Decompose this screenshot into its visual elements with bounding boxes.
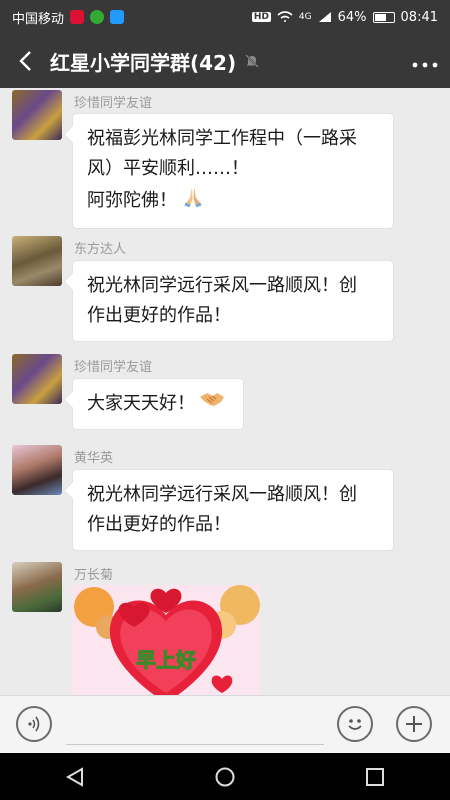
- add-icon: [406, 716, 422, 732]
- message-bubble[interactable]: 大家天天好！: [72, 378, 244, 430]
- send-notification-icon: [110, 10, 125, 24]
- sender-name: 黄华英: [74, 451, 114, 466]
- voice-button[interactable]: [16, 706, 52, 742]
- nav-home-icon[interactable]: [214, 766, 236, 788]
- handshake-icon: [199, 389, 225, 419]
- message-line: 风）平安顺利……！: [87, 158, 249, 179]
- image-message[interactable]: 早上好: [72, 585, 260, 695]
- wifi-icon: [277, 11, 293, 22]
- carrier-label: 中国移动: [12, 11, 65, 27]
- battery-percent: 64%: [337, 9, 367, 25]
- more-dots-icon: [412, 62, 438, 67]
- mute-bell-icon: [245, 54, 259, 68]
- emoji-button[interactable]: [337, 706, 373, 742]
- message-input[interactable]: [66, 744, 324, 745]
- sender-name: 万长菊: [74, 568, 114, 583]
- more-button[interactable]: [400, 49, 450, 74]
- input-bar: [0, 695, 450, 753]
- back-arrow-icon: [19, 51, 31, 71]
- status-bar: 中国移动 HD 4G 64% 08:41: [0, 0, 450, 34]
- message-bubble[interactable]: 祝光林同学远行采风一路顺风！创 作出更好的作品！: [72, 260, 394, 342]
- avatar[interactable]: [12, 90, 62, 140]
- message-line: 祝福彭光林同学工作程中（一路采: [87, 128, 357, 149]
- add-button[interactable]: [396, 706, 432, 742]
- message-bubble[interactable]: 祝福彭光林同学工作程中（一路采 风）平安顺利……！ 阿弥陀佛！: [72, 113, 394, 229]
- chat-title: 红星小学同学群(42): [50, 50, 237, 75]
- sender-name: 珍惜同学友谊: [74, 360, 153, 375]
- avatar[interactable]: [12, 354, 62, 404]
- nav-back-icon[interactable]: [64, 766, 86, 788]
- avatar[interactable]: [12, 445, 62, 495]
- back-button[interactable]: [0, 34, 50, 88]
- praying-hands-icon: [181, 184, 205, 218]
- nav-recents-icon[interactable]: [364, 766, 386, 788]
- message-line: 祝光林同学远行采风一路顺风！创: [87, 275, 357, 296]
- message-line: 作出更好的作品！: [87, 305, 231, 326]
- sender-name: 东方达人: [74, 242, 127, 257]
- avatar[interactable]: [12, 236, 62, 286]
- emoji-icon: [348, 719, 362, 730]
- message-line: 大家天天好！: [87, 393, 195, 414]
- app-notification-icon: [70, 10, 85, 24]
- chat-area[interactable]: 珍惜同学友谊 祝福彭光林同学工作程中（一路采 风）平安顺利……！ 阿弥陀佛！ 东…: [0, 88, 450, 695]
- app-notification-icon: [90, 10, 105, 24]
- image-caption: 早上好: [136, 648, 196, 672]
- message-line: 阿弥陀佛！: [87, 190, 177, 211]
- battery-icon: [372, 11, 395, 23]
- clock: 08:41: [400, 9, 438, 25]
- chat-header: 红星小学同学群(42): [0, 34, 450, 88]
- voice-icon: [28, 716, 40, 732]
- avatar[interactable]: [12, 562, 62, 612]
- sender-name: 珍惜同学友谊: [74, 96, 153, 111]
- network-type-label: 4G: [298, 12, 312, 22]
- message-line: 祝光林同学远行采风一路顺风！创: [87, 484, 357, 505]
- greeting-image: 早上好: [72, 585, 260, 695]
- message-line: 作出更好的作品！: [87, 514, 231, 535]
- hd-badge: HD: [251, 12, 271, 22]
- message-bubble[interactable]: 祝光林同学远行采风一路顺风！创 作出更好的作品！: [72, 469, 394, 551]
- system-nav-bar: [0, 753, 450, 800]
- signal-icon: [318, 12, 331, 22]
